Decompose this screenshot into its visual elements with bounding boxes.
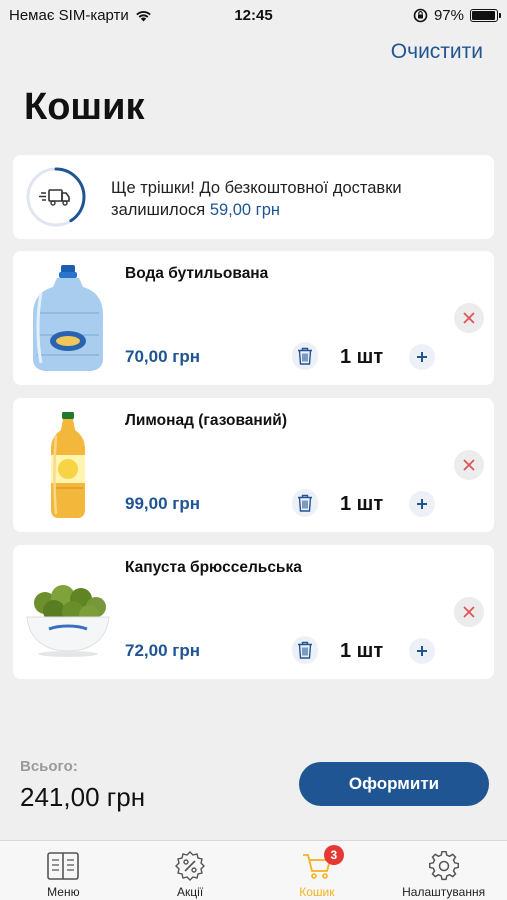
trash-icon (298, 347, 312, 365)
delivery-truck-icon (39, 189, 70, 206)
plus-icon (417, 352, 427, 362)
trash-icon (298, 494, 312, 512)
trash-icon (298, 641, 312, 659)
decrease-button[interactable] (292, 489, 318, 517)
menu-book-icon (46, 849, 80, 883)
close-icon (463, 606, 475, 618)
item-price: 99,00 грн (125, 494, 200, 513)
carrier-label: Немає SIM-карти (9, 6, 129, 24)
close-icon (463, 312, 475, 324)
item-quantity: 1 шт (340, 346, 384, 368)
close-icon (463, 459, 475, 471)
status-right: 97% (413, 6, 501, 24)
remove-item-button[interactable] (454, 597, 484, 627)
percent-badge-icon (173, 849, 207, 883)
increase-button[interactable] (409, 344, 435, 370)
plus-icon (417, 646, 427, 656)
tab-label: Акції (177, 885, 204, 899)
cart-icon: 3 (300, 845, 344, 883)
tab-menu[interactable]: Меню (0, 841, 127, 900)
increase-button[interactable] (409, 491, 435, 517)
status-bar: Немає SIM-карти 12:45 97% (0, 0, 507, 30)
item-price: 70,00 грн (125, 347, 200, 366)
brussels-sprouts-image (26, 585, 110, 657)
tab-label: Налаштування (402, 885, 486, 899)
page-title: Кошик (24, 86, 145, 128)
gear-icon (427, 849, 461, 883)
decrease-button[interactable] (292, 636, 318, 664)
item-price: 72,00 грн (125, 641, 200, 660)
tab-label: Меню (47, 885, 80, 899)
item-name: Вода бутильована (125, 265, 269, 282)
remove-item-button[interactable] (454, 303, 484, 333)
status-left: Немає SIM-карти (9, 7, 152, 24)
item-quantity: 1 шт (340, 493, 384, 515)
cart-count-badge: 3 (323, 845, 344, 865)
wifi-icon (136, 10, 151, 21)
item-name: Капуста брюссельська (125, 559, 302, 576)
delivery-remaining-amount: 59,00 грн (209, 201, 280, 219)
item-name: Лимонад (газований) (125, 412, 288, 429)
battery-level (472, 10, 496, 20)
tab-promotions[interactable]: Акції (127, 841, 254, 900)
tab-settings[interactable]: Налаштування (380, 841, 507, 900)
tab-bar: Меню Акції 3 Кошик Налаштування (0, 840, 507, 900)
checkout-button[interactable]: Оформити (299, 762, 489, 806)
delivery-message: Ще трішки! До безкоштовної доставки зали… (111, 177, 481, 221)
cart-item: Лимонад (газований) 99,00 грн 1 шт (13, 398, 494, 532)
total-value: 241,00 грн (20, 782, 146, 812)
free-delivery-card: Ще трішки! До безкоштовної доставки зали… (13, 155, 494, 239)
battery-icon (470, 8, 501, 22)
delivery-progress-ring (26, 167, 86, 227)
increase-button[interactable] (409, 638, 435, 664)
plus-icon (417, 499, 427, 509)
cart-item: Капуста брюссельська 72,00 грн 1 шт (13, 545, 494, 679)
cart-item: Вода бутильована 70,00 грн 1 шт (13, 251, 494, 385)
decrease-button[interactable] (292, 342, 318, 370)
orientation-lock-icon (413, 8, 428, 22)
tab-cart[interactable]: 3 Кошик (254, 841, 381, 900)
battery-percent: 97% (433, 6, 464, 24)
lemonade-bottle-image (51, 412, 85, 518)
remove-item-button[interactable] (454, 450, 484, 480)
water-bottle-image (33, 265, 103, 371)
clear-cart-button[interactable]: Очистити (391, 40, 483, 64)
total-label: Всього: (20, 758, 78, 775)
item-quantity: 1 шт (340, 640, 384, 662)
tab-label: Кошик (299, 885, 335, 899)
